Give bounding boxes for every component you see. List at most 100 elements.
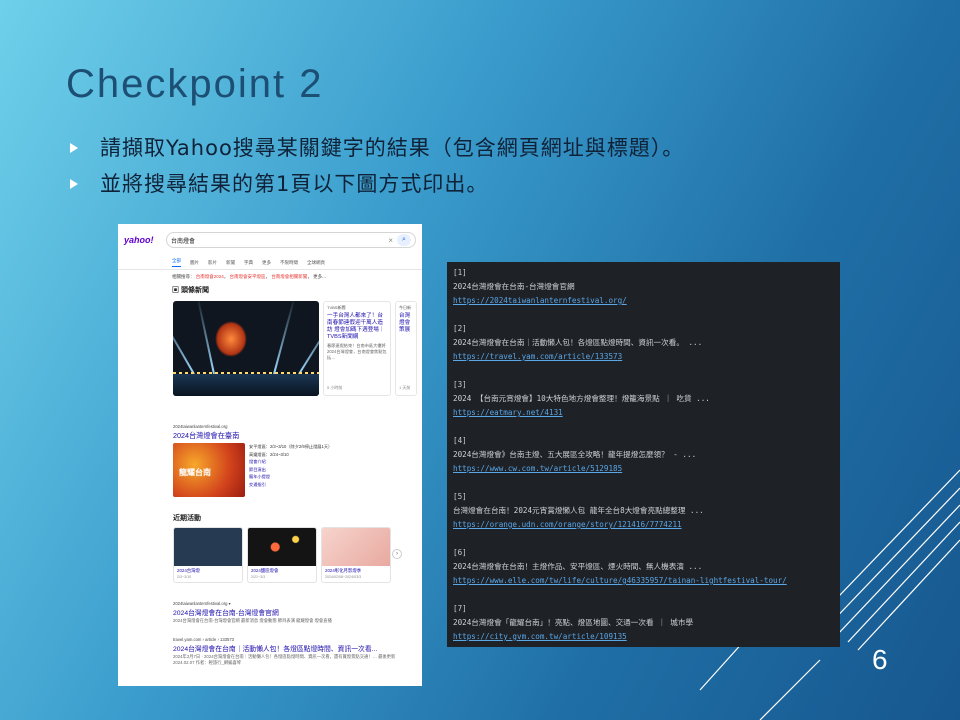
- entry-url[interactable]: https://eatmary.net/4131: [453, 406, 834, 420]
- news-time: 1 天前: [399, 385, 411, 390]
- news-heading-text: 頭條新聞: [180, 287, 209, 294]
- tab-videos[interactable]: 影片: [208, 260, 217, 266]
- tab-more[interactable]: 更多: [262, 260, 271, 266]
- search-tabs: 全部 圖片 影片 新聞 字典 更多 不限時間 全球網頁: [118, 256, 422, 270]
- news-source: TVBS新聞: [327, 305, 346, 310]
- result-entry: [4] 2024台灣燈會》台南主燈、五大展區全攻略！龍年提燈怎麼領？ - ...…: [453, 434, 834, 490]
- site-url: 2024taiwanlanternfestival.org: [173, 424, 228, 429]
- entry-index: [6]: [453, 548, 467, 557]
- entry-index: [1]: [453, 268, 467, 277]
- site-links: 安平燈區：2/3~3/10（除夕2/9停止燈展1天） 高鐵燈區：2/24~3/1…: [249, 443, 332, 488]
- event-date: 2024/02/08~2024/03/3: [325, 575, 362, 579]
- page-number: 6: [872, 644, 888, 675]
- result-desc: 2024年2月7日 · 2024台灣燈會在台南｜活動懶人包！各燈區點燈時間、資訊…: [173, 654, 396, 665]
- entry-title: 2024 【台南元宵燈會】10大特色地方燈會整理！燈籠海景點 ｜ 吃貨 ...: [453, 394, 710, 403]
- search-box[interactable]: 台南燈會 × ⌕: [166, 232, 416, 248]
- terminal-output: [1] 2024台灣燈會在台南-台灣燈會官網 https://2024taiwa…: [447, 262, 840, 647]
- event-card[interactable]: 2024鹽區燈會 2/21~3/3: [247, 527, 317, 583]
- tab-dictionary[interactable]: 字典: [244, 260, 253, 266]
- site-link[interactable]: 節目演出: [249, 466, 332, 474]
- entry-index: [2]: [453, 324, 467, 333]
- site-link: 安平燈區：2/3~3/10（除夕2/9停止燈展1天）: [249, 444, 333, 449]
- entry-title: 台灣燈會在台南！2024元宵賞燈懶人包 龍年全台8大燈會亮點總整理 ...: [453, 506, 704, 515]
- search-input[interactable]: 台南燈會: [171, 236, 388, 245]
- filter-time[interactable]: 不限時間: [280, 260, 298, 266]
- yahoo-search-screenshot: yahoo! 台南燈會 × ⌕ 全部 圖片 影片 新聞 字典 更多 不限時間 全…: [118, 224, 422, 686]
- yahoo-logo[interactable]: yahoo!: [124, 235, 166, 245]
- lantern-figure: [215, 321, 247, 357]
- entry-url[interactable]: https://city.gvm.com.tw/article/109135: [453, 630, 834, 644]
- event-name[interactable]: 2024彰化月影燈季: [322, 566, 390, 574]
- event-name[interactable]: 2024台灣燈: [174, 566, 242, 574]
- result-entry: [5] 台灣燈會在台南！2024元宵賞燈懶人包 龍年全台8大燈會亮點總整理 ..…: [453, 490, 834, 546]
- search-icon[interactable]: ⌕: [397, 234, 411, 246]
- entry-title: 2024台灣燈會在台南！主燈作品、安平燈區、煙火時間、無人機表演 ...: [453, 562, 703, 571]
- event-image: [174, 528, 242, 566]
- news-headline[interactable]: 一手台灣人都來了！台南春節連假迎千萬人造訪 燈會加碼下週登場｜TVBS新聞網: [327, 313, 387, 341]
- news-source: 今日新: [399, 305, 411, 310]
- news-time: 5 小時前: [327, 385, 343, 390]
- site-link[interactable]: 龍年小提燈: [249, 473, 332, 481]
- yahoo-header: yahoo! 台南燈會 × ⌕: [118, 224, 422, 256]
- news-cards: TVBS新聞 一手台灣人都來了！台南春節連假迎千萬人造訪 燈會加碼下週登場｜TV…: [173, 301, 417, 396]
- related-more[interactable]: 更多...: [313, 274, 326, 279]
- search-result: travel.yam.com › article › 133573 2024台灣…: [173, 637, 413, 666]
- bullet-text: 並將搜尋結果的第1頁以下圖方式印出。: [100, 172, 489, 196]
- related-link[interactable]: 台南燈會安平燈區: [230, 274, 266, 279]
- bullet-text: 請擷取Yahoo搜尋某關鍵字的結果（包含網頁網址與標題）。: [100, 136, 685, 160]
- entry-url[interactable]: https://www.elle.com/tw/life/culture/g46…: [453, 574, 834, 588]
- carousel-next-icon[interactable]: ›: [392, 549, 402, 559]
- entry-index: [4]: [453, 436, 467, 445]
- entry-title: 2024台灣燈會在台南-台灣燈會官網: [453, 282, 575, 291]
- related-label: 相關搜尋：: [172, 274, 195, 279]
- event-card[interactable]: 2024台灣燈 2/3~3/10: [173, 527, 243, 583]
- filter-region[interactable]: 全球網頁: [307, 260, 325, 266]
- news-card[interactable]: TVBS新聞 一手台灣人都來了！台南春節連假迎千萬人造訪 燈會加碼下週登場｜TV…: [323, 301, 391, 396]
- event-image: [248, 528, 316, 566]
- result-entry: [2] 2024台灣燈會在台南｜活動懶人包！各燈區點燈時間、資訊一次看。 ...…: [453, 322, 834, 378]
- result-entry: [1] 2024台灣燈會在台南-台灣燈會官網 https://2024taiwa…: [453, 266, 834, 322]
- event-date: 2/3~3/10: [177, 575, 192, 579]
- news-headline[interactable]: 台灣燈會策展: [399, 313, 413, 334]
- entry-url[interactable]: https://orange.udn.com/orange/story/1214…: [453, 518, 834, 532]
- arrow-bullet-icon: [70, 179, 78, 189]
- result-title[interactable]: 2024台灣燈會在台南-台灣燈會官網: [173, 607, 413, 617]
- related-link[interactable]: 台南燈會2024: [196, 274, 224, 279]
- tab-news[interactable]: 新聞: [226, 260, 235, 266]
- entry-url[interactable]: https://2024taiwanlanternfestival.org/: [453, 294, 834, 308]
- news-snippet: 春節連假結束！台南市區大樓將2024台灣燈會，台南燈會焦點包括…: [327, 343, 387, 360]
- entry-url[interactable]: https://travel.yam.com/article/133573: [453, 350, 834, 364]
- entry-title: 2024台灣燈會在台南｜活動懶人包！各燈區點燈時間、資訊一次看。 ...: [453, 338, 703, 347]
- event-card[interactable]: 2024彰化月影燈季 2024/02/08~2024/03/3: [321, 527, 391, 583]
- festival-poster[interactable]: 龍耀台南: [173, 443, 245, 497]
- site-link[interactable]: 燈會介紹: [249, 458, 332, 466]
- tab-images[interactable]: 圖片: [190, 260, 199, 266]
- site-title[interactable]: 2024台灣燈會在臺南: [173, 431, 413, 441]
- site-link[interactable]: 交通指引: [249, 481, 332, 489]
- bullet-list: 請擷取Yahoo搜尋某關鍵字的結果（包含網頁網址與標題）。 並將搜尋結果的第1頁…: [70, 130, 930, 202]
- event-name[interactable]: 2024鹽區燈會: [248, 566, 316, 574]
- news-heading: ▣ 頭條新聞: [172, 287, 209, 294]
- result-entry: [6] 2024台灣燈會在台南！主燈作品、安平燈區、煙火時間、無人機表演 ...…: [453, 546, 834, 602]
- tab-all[interactable]: 全部: [172, 258, 181, 267]
- arrow-bullet-icon: [70, 143, 78, 153]
- slide-title: Checkpoint 2: [66, 62, 324, 106]
- result-url: 2024taiwanlanternfestival.org ▾: [173, 601, 231, 606]
- entry-index: [5]: [453, 492, 467, 501]
- result-entry: [7] 2024台灣燈會「龍耀台南」！亮點、燈區地圖、交通一次看 ｜ 城市學 h…: [453, 602, 834, 658]
- clear-icon[interactable]: ×: [388, 236, 393, 245]
- result-title[interactable]: 2024台灣燈會在台南｜活動懶人包！各燈區點燈時間、資訊一次看...: [173, 643, 413, 653]
- entry-index: [3]: [453, 380, 467, 389]
- news-image[interactable]: [173, 301, 319, 396]
- search-result: 2024taiwanlanternfestival.org ▾ 2024台灣燈會…: [173, 601, 413, 624]
- related-link[interactable]: 台南燈會相關新聞: [271, 274, 307, 279]
- entry-url[interactable]: https://www.cw.com.tw/article/5129185: [453, 462, 834, 476]
- result-entry: [3] 2024 【台南元宵燈會】10大特色地方燈會整理！燈籠海景點 ｜ 吃貨 …: [453, 378, 834, 434]
- entry-title: 2024台灣燈會》台南主燈、五大展區全攻略！龍年提燈怎麼領？ - ...: [453, 450, 697, 459]
- news-card-partial[interactable]: 今日新 台灣燈會策展 1 天前: [395, 301, 417, 396]
- events-carousel: 2024台灣燈 2/3~3/10 2024鹽區燈會 2/21~3/3 2024彰…: [173, 527, 391, 583]
- site-link: 高鐵燈區：2/24~3/10: [249, 451, 289, 457]
- result-desc: 2024台灣燈會在台南-台灣燈會官網 最新消息 燈會動態 節目表演 龍耀燈會 燈…: [173, 618, 332, 623]
- entry-title: 2024台灣燈會「龍耀台南」！亮點、燈區地圖、交通一次看 ｜ 城市學: [453, 618, 694, 627]
- result-url: travel.yam.com › article › 133573: [173, 637, 234, 642]
